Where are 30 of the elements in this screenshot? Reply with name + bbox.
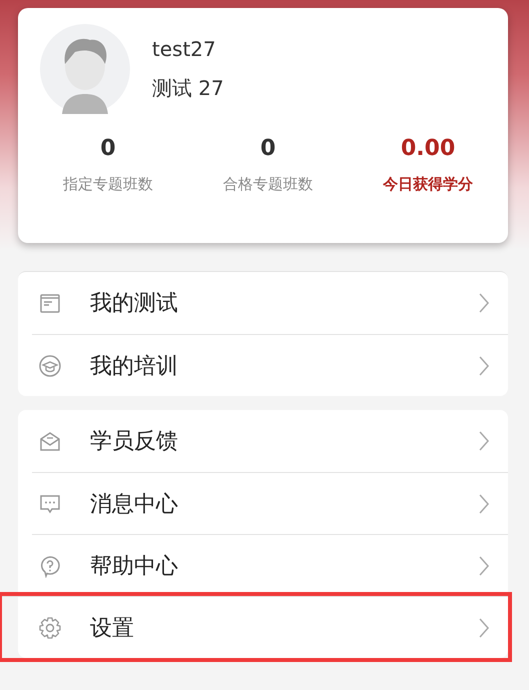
stat-label: 指定专题班数 [63,175,153,194]
stat-label: 今日获得学分 [383,175,473,194]
menu-label: 我的测试 [90,290,179,318]
graduation-cap-icon [38,354,62,378]
stat-value: 0 [100,136,116,161]
chevron-right-icon [478,354,490,376]
menu-item[interactable]: 帮助中心 [32,534,508,596]
menu-label: 设置 [90,614,135,642]
menu-item[interactable]: 设置 [2,596,508,658]
chevron-right-icon [478,492,490,514]
menu-label: 帮助中心 [90,552,179,580]
stat-value: 0 [260,136,276,161]
chevron-right-icon [478,616,490,638]
menu-item[interactable]: 消息中心 [32,472,508,534]
menu-label: 学员反馈 [90,428,179,456]
menu-item[interactable]: 学员反馈 [32,410,508,472]
chevron-right-icon [478,430,490,452]
chevron-right-icon [478,292,490,314]
stat-label: 合格专题班数 [223,175,313,194]
stat-value: 0.00 [400,136,456,161]
menu-label: 消息中心 [90,490,179,518]
avatar-icon [40,24,130,114]
chevron-right-icon [478,554,490,576]
username: test27 [152,36,217,60]
menu-label: 我的培训 [90,352,179,380]
settings-icon [38,616,62,640]
menu-item[interactable]: 我的测试 [32,272,508,334]
help-icon [38,554,62,578]
display-name: 测试 27 [152,74,224,102]
menu-item[interactable]: 我的培训 [32,334,508,396]
